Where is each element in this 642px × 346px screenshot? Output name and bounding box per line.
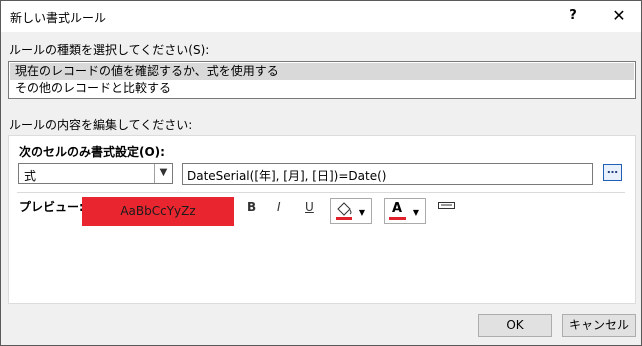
condition-label: 次のセルのみ書式設定(O): [19,145,165,159]
preview-label: プレビュー: [19,200,84,214]
fill-bucket-icon [335,201,353,224]
expression-builder-button[interactable]: … [603,164,622,181]
enable-toggle-icon[interactable] [438,201,456,215]
condition-combo[interactable]: 式 ▼ [18,163,173,184]
dialog-title: 新しい書式ルール [10,11,107,25]
condition-combo-value: 式 [24,169,37,183]
formula-input[interactable]: DateSerial([年], [月], [日])=Date() [182,163,593,185]
ok-button[interactable]: OK [478,314,552,337]
close-button[interactable]: ✕ [605,5,633,27]
divider [17,192,625,193]
rule-type-label: ルールの種類を選択してください(S): [9,43,210,57]
bold-button[interactable]: B [247,200,256,214]
rule-type-list[interactable]: 現在のレコードの値を確認するか、式を使用する その他のレコードと比較する [8,61,636,99]
font-color-dropdown[interactable]: A ▼ [384,198,426,224]
fill-color-dropdown[interactable]: ▼ [330,198,372,224]
chevron-down-icon[interactable]: ▼ [154,164,172,183]
rule-type-item-compare[interactable]: その他のレコードと比較する [10,80,634,97]
chevron-down-icon: ▼ [358,208,365,217]
cancel-button[interactable]: キャンセル [562,314,636,337]
rule-content-label: ルールの内容を編集してください: [9,118,193,132]
preview-sample: AaBbCcYyZz [82,197,234,226]
title-bar: 新しい書式ルール ? ✕ [1,1,641,32]
rule-type-item-formula[interactable]: 現在のレコードの値を確認するか、式を使用する [10,63,634,80]
chevron-down-icon: ▼ [412,208,419,217]
font-color-icon: A [392,201,403,216]
help-button[interactable]: ? [559,5,587,27]
new-format-rule-dialog: 新しい書式ルール ? ✕ ルールの種類を選択してください(S): 現在のレコード… [0,0,642,346]
underline-button[interactable]: U [305,200,314,214]
font-color-bar [389,217,406,220]
italic-button[interactable]: I [277,200,281,214]
